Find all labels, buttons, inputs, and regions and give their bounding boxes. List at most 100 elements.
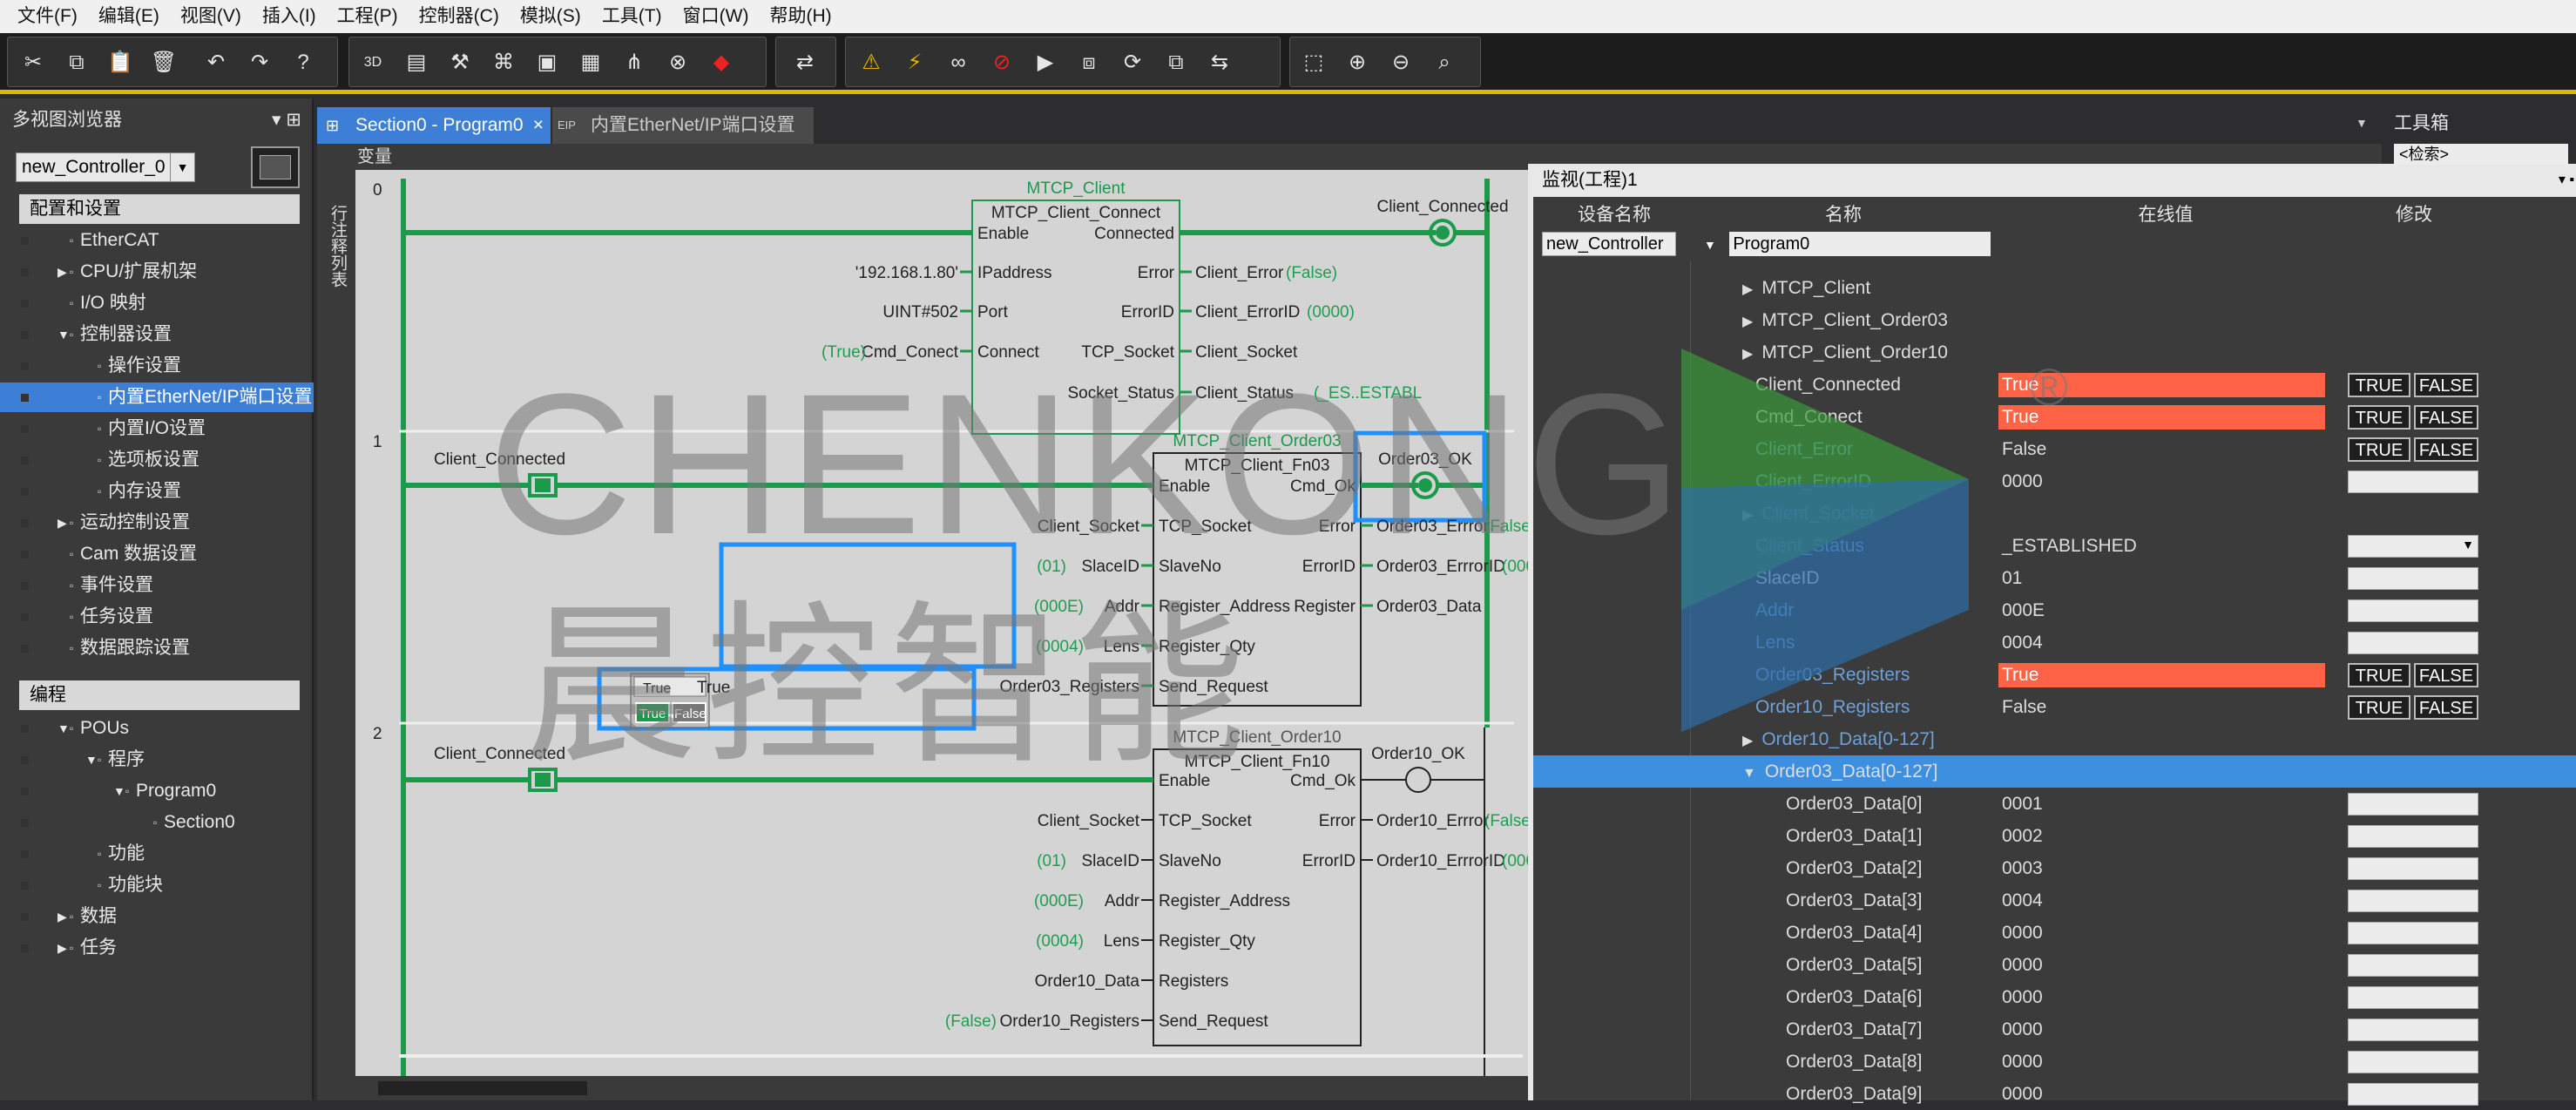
set-true-button[interactable]: TRUE xyxy=(2348,405,2410,430)
sidebar-item-6[interactable]: ▫ 内置I/O设置 xyxy=(0,414,314,443)
prog-item-5[interactable]: ▫ 功能块 xyxy=(0,870,314,900)
watch-row[interactable]: Order03_Data[0] 0001 xyxy=(1533,788,2576,820)
expand-right-icon[interactable]: ▶ xyxy=(57,933,67,963)
watch-row[interactable]: ▼ Order03_Data[0-127] xyxy=(1533,755,2576,788)
prog-item-2[interactable]: ▼ ▫ Program0 xyxy=(0,776,314,806)
menu-item-7[interactable]: 工具(T) xyxy=(592,0,673,33)
set-true-button[interactable]: TRUE xyxy=(2348,373,2410,397)
toolbox-search[interactable]: <检索> xyxy=(2394,144,2568,165)
watch-row[interactable]: Order03_Data[2] 0003 xyxy=(1533,852,2576,884)
redo-icon[interactable]: ↷ xyxy=(245,48,274,78)
paste-icon[interactable]: 📋 xyxy=(105,48,135,78)
sidebar-item-4[interactable]: ▫ 操作设置 xyxy=(0,351,314,381)
sidebar-item-5[interactable]: ▫ 内置EtherNet/IP端口设置 xyxy=(0,382,314,412)
sidebar-item-3[interactable]: ▼ ▫ 控制器设置 xyxy=(0,320,314,349)
tab-section0-program0[interactable]: ⊞ Section0 - Program0 × xyxy=(317,107,551,144)
prog-item-7[interactable]: ▶ ▫ 任务 xyxy=(0,933,314,963)
watch-row[interactable]: Order03_Data[7] 0000 xyxy=(1533,1013,2576,1046)
menu-item-5[interactable]: 控制器(C) xyxy=(409,0,510,33)
watch-row[interactable]: Order03_Data[3] 0004 xyxy=(1533,884,2576,917)
watch-row[interactable]: Order03_Data[8] 0000 xyxy=(1533,1046,2576,1078)
modify-input[interactable] xyxy=(2348,954,2478,977)
chevron-down-icon[interactable]: ▼ xyxy=(2462,538,2474,552)
modify-input[interactable] xyxy=(2348,1051,2478,1073)
prog-item-4[interactable]: ▫ 功能 xyxy=(0,839,314,869)
menu-item-2[interactable]: 视图(V) xyxy=(170,0,252,33)
set-true-button[interactable]: TRUE xyxy=(2348,437,2410,462)
col-online[interactable]: 在线值 xyxy=(1991,202,2340,228)
modify-input[interactable] xyxy=(2348,857,2478,880)
hammer-icon[interactable]: ⚒ xyxy=(445,48,475,78)
watch-row[interactable]: ▶ MTCP_Client xyxy=(1533,272,2576,304)
menu-item-3[interactable]: 插入(I) xyxy=(252,0,327,33)
modify-input[interactable] xyxy=(2348,1019,2478,1041)
prog-item-3[interactable]: ▫ Section0 xyxy=(0,808,314,837)
expand-right-icon[interactable]: ▶ xyxy=(1742,282,1753,297)
modify-input[interactable] xyxy=(2348,1083,2478,1106)
zoom-reset-icon[interactable]: ⌕ xyxy=(1430,48,1459,78)
watch-row[interactable]: Cmd_Conect True TRUE FALSE xyxy=(1533,401,2576,433)
sidebar-item-11[interactable]: ▫ 事件设置 xyxy=(0,571,314,600)
watch-row[interactable]: SlaceID 01 xyxy=(1533,562,2576,594)
expand-down-icon[interactable]: ▼ xyxy=(1742,766,1756,781)
watch-row[interactable]: ▶ Order10_Data[0-127] xyxy=(1533,723,2576,755)
watch-row[interactable]: Order03_Data[9] 0000 xyxy=(1533,1078,2576,1110)
col-name[interactable]: 名称 xyxy=(1695,202,1991,228)
prog-item-6[interactable]: ▶ ▫ 数据 xyxy=(0,902,314,931)
modify-input[interactable] xyxy=(2348,890,2478,912)
expand-right-icon[interactable]: ▶ xyxy=(1742,734,1753,748)
controller-select[interactable]: new_Controller_0 ▼ xyxy=(16,152,195,182)
stop-monitor-icon[interactable]: ⊘ xyxy=(987,48,1017,78)
sidebar-item-8[interactable]: ▫ 内存设置 xyxy=(0,477,314,506)
table-icon[interactable]: ▦ xyxy=(576,48,605,78)
modify-input[interactable] xyxy=(2348,599,2478,622)
row-comment-strip[interactable]: 行注释列表 xyxy=(317,170,355,1100)
menu-item-6[interactable]: 模拟(S) xyxy=(510,0,592,33)
play-icon[interactable]: ▶ xyxy=(1031,48,1060,78)
fit-icon[interactable]: ⬚ xyxy=(1299,48,1329,78)
refresh-icon[interactable]: ⟳ xyxy=(1118,48,1147,78)
modify-input[interactable] xyxy=(2348,922,2478,944)
modify-input[interactable] xyxy=(2348,825,2478,848)
expand-right-icon[interactable]: ▶ xyxy=(57,508,67,538)
watch-row[interactable]: Order10_Registers False TRUE FALSE xyxy=(1533,691,2576,723)
prog-item-1[interactable]: ▼ ▫ 程序 xyxy=(0,745,314,775)
tree-icon[interactable]: ⋔ xyxy=(619,48,649,78)
set-false-button[interactable]: FALSE xyxy=(2414,437,2478,462)
undo-icon[interactable]: ↶ xyxy=(201,48,231,78)
3d-icon[interactable]: 3D xyxy=(358,48,388,78)
pin-icon[interactable]: ▾ ⊞ xyxy=(272,105,301,135)
modify-input[interactable] xyxy=(2348,632,2478,654)
watch-row[interactable]: ▶ MTCP_Client_Order03 xyxy=(1533,304,2576,336)
expand-down-icon[interactable]: ▼ xyxy=(85,745,98,775)
expand-down-icon[interactable]: ▼ xyxy=(57,320,70,349)
transfer-icon[interactable]: ⧈ xyxy=(1074,48,1104,78)
set-false-button[interactable]: FALSE xyxy=(2414,405,2478,430)
help-icon[interactable]: ? xyxy=(288,48,318,78)
tab-eip-settings[interactable]: EIP 内置EtherNet/IP端口设置 xyxy=(552,107,814,144)
watch-row[interactable]: Order03_Data[6] 0000 xyxy=(1533,981,2576,1013)
warning-icon[interactable]: ⚠ xyxy=(856,48,886,78)
watch-row[interactable]: Lens 0004 xyxy=(1533,626,2576,659)
sidebar-item-10[interactable]: ▫ Cam 数据设置 xyxy=(0,539,314,569)
expand-down-icon[interactable]: ▼ xyxy=(113,776,125,806)
watch-row[interactable]: ▶ MTCP_Client_Order10 xyxy=(1533,336,2576,369)
alert-icon[interactable]: ◆ xyxy=(707,48,736,78)
expand-right-icon[interactable]: ▶ xyxy=(57,902,67,931)
sync-icon[interactable]: ⇆ xyxy=(1205,48,1234,78)
menu-item-4[interactable]: 工程(P) xyxy=(327,0,409,33)
watch-row[interactable]: Client_Connected True TRUE FALSE xyxy=(1533,369,2576,401)
set-false-button[interactable]: FALSE xyxy=(2414,663,2478,687)
copy-icon[interactable]: ⧉ xyxy=(62,48,91,78)
glasses-icon[interactable]: ∞ xyxy=(943,48,973,78)
pin-icon[interactable]: ▾ ▪ xyxy=(2559,164,2574,197)
chevron-down-icon[interactable]: ▼ xyxy=(170,153,194,181)
menu-item-9[interactable]: 帮助(H) xyxy=(759,0,842,33)
watch-row[interactable]: Client_Status _ESTABLISHED ▼ xyxy=(1533,530,2576,562)
watch-row[interactable]: Addr 000E xyxy=(1533,594,2576,626)
prog-header[interactable]: 编程 xyxy=(19,680,300,710)
compare-icon[interactable]: ⧉ xyxy=(1161,48,1191,78)
sidebar-item-2[interactable]: ▫ I/O 映射 xyxy=(0,288,314,318)
col-device[interactable]: 设备名称 xyxy=(1533,202,1695,228)
expand-down-icon[interactable]: ▼ xyxy=(57,714,70,743)
